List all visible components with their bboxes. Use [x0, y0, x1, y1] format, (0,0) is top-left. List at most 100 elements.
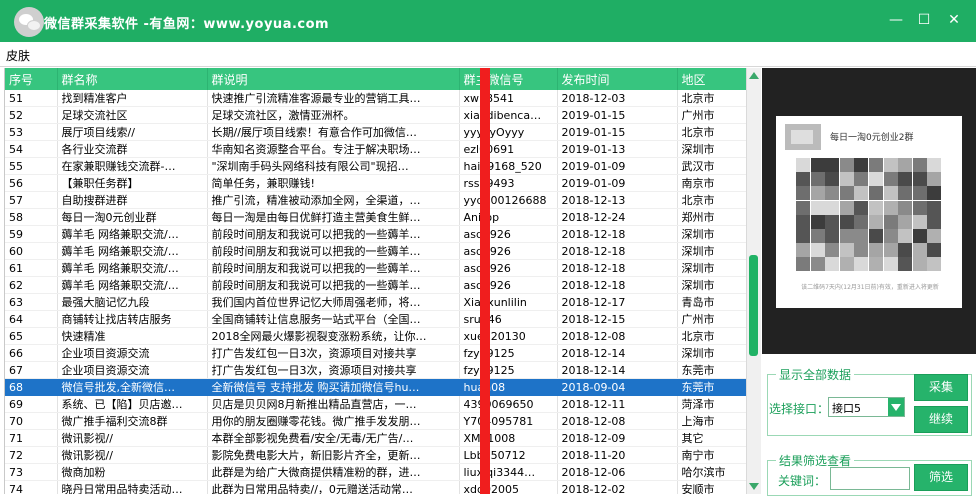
cell-description: 2018全网最火爆影视裂变涨粉系统，让你… — [207, 327, 460, 345]
table-row[interactable]: 65 快速精准 2018全网最火爆影视裂变涨粉系统，让你… xue020130 2018… — [5, 327, 747, 345]
table-row[interactable]: 70 微广推手福利交流8群 用你的朋友圈赚零花钱。微广推手发发朋… Y70409578… — [5, 412, 747, 430]
cell-region: 上海市 — [677, 412, 747, 430]
cell-publish-time: 2018-12-17 — [557, 293, 678, 311]
cell-description: 长期//展厅项目线索！有意合作可加微信… — [207, 123, 460, 141]
table-row[interactable]: 55 在家兼职赚钱交流群-… "深圳南手码头网络科技有限公司"现招… hai99168… — [5, 157, 747, 175]
scroll-up-arrow-icon[interactable] — [749, 72, 759, 79]
qr-pixel — [898, 200, 913, 215]
cell-index: 68 — [5, 378, 58, 396]
qr-pixel — [839, 158, 854, 172]
filter-button[interactable]: 筛选 — [914, 464, 968, 491]
cell-publish-time: 2018-11-20 — [557, 446, 678, 464]
cell-owner-wechat: huan08 — [459, 378, 558, 396]
cell-name: 薅羊毛 网络兼职交流/… — [57, 276, 208, 294]
table-row[interactable]: 53 展厅项目线索//长期//展厅项目线索！有意合作可加微信… yyyyyOyyy 2… — [5, 123, 747, 141]
table-row[interactable]: 51找到精准客户快速推广引流精准客源最专业的营销工具…xw185412018-1… — [5, 90, 747, 107]
qr-pixel — [796, 200, 810, 215]
qr-pixel — [810, 186, 825, 201]
cell-name: 【兼职任务群】 — [57, 174, 208, 192]
window-title: 微信群采集软件 -有鱼网：www.yoyua.com — [44, 17, 330, 32]
collect-button[interactable]: 采集 — [914, 374, 968, 401]
cell-publish-time: 2019-01-13 — [557, 140, 678, 158]
table-row[interactable]: 64商铺转让找店转店服务全国商铺转让信息服务一站式平台（全国…sru046201… — [5, 310, 747, 328]
table-row[interactable]: 58每日一淘0元创业群每日一淘是由每日优鲜打造主营美食生鲜…Anitop2018… — [5, 208, 747, 226]
cell-publish-time: 2018-12-18 — [557, 242, 678, 260]
interface-select[interactable]: 接口5 — [828, 397, 905, 417]
cell-region: 武汉市 — [677, 157, 747, 175]
cell-region: 北京市 — [677, 327, 747, 345]
col-header-region[interactable]: 地区 — [677, 68, 747, 90]
cell-name: 自助搜群进群 — [57, 191, 208, 209]
cell-name: 企业项目资源交流 — [57, 344, 208, 362]
table-row[interactable]: 71微讯影视//本群全部影视免费看/安全/无毒/无广告/…XMY10082018… — [5, 429, 747, 447]
qr-pixel — [796, 158, 810, 172]
continue-button[interactable]: 继续 — [914, 406, 968, 433]
col-header-owner-wechat[interactable]: 群主微信号 — [459, 68, 558, 90]
cell-owner-wechat: asdd926 — [459, 225, 558, 243]
table-row[interactable]: 72 微讯影视//影院免费电影大片，新旧影片齐全，更新… Lbb150712 2018… — [5, 446, 747, 464]
table-row[interactable]: 63 最强大脑记忆九段 我们国内首位世界记忆大师周强老师，将… Xiaoxunlili… — [5, 293, 747, 311]
cell-region: 青岛市 — [677, 293, 747, 311]
cell-name: 足球交流社区 — [57, 106, 208, 124]
cell-owner-wechat: XMY1008 — [459, 429, 558, 447]
chevron-down-icon[interactable] — [888, 398, 904, 416]
table-row[interactable]: 62薅羊毛 网络兼职交流/…前段时间朋友和我说可以把我的一些薅羊…asdd926… — [5, 276, 747, 294]
qr-pixel — [854, 158, 869, 172]
qr-pixel — [898, 186, 913, 201]
cell-description: 此群为日常用品特卖//，0元赠送活动常… — [207, 480, 460, 494]
col-header-description[interactable]: 群说明 — [207, 68, 460, 90]
col-header-index[interactable]: 序号 — [5, 68, 58, 90]
qr-pixel — [883, 257, 898, 272]
table-row[interactable]: 73 微商加粉 此群是为给广大微商提供精准粉的群，进… liuxiqi3344… 201… — [5, 463, 747, 481]
cell-owner-wechat: hai99168_520 — [459, 157, 558, 175]
cell-publish-time: 2018-12-08 — [557, 327, 678, 345]
qr-pixel — [825, 200, 840, 215]
qr-pixel — [854, 214, 869, 229]
table-row[interactable]: 52 足球交流社区 足球交流社区，激情亚洲杯。 xiaodibenca… 2019-01… — [5, 106, 747, 124]
keyword-input[interactable] — [830, 467, 910, 490]
col-header-name[interactable]: 群名称 — [57, 68, 208, 90]
qr-pixel — [810, 158, 825, 172]
cell-description: 用你的朋友圈赚零花钱。微广推手发发朋… — [207, 412, 460, 430]
table-row[interactable]: 61薅羊毛 网络兼职交流/…前段时间朋友和我说可以把我的一些薅羊…asdd926… — [5, 259, 747, 277]
cell-owner-wechat: fzy09125 — [459, 361, 558, 379]
cell-index: 70 — [5, 412, 58, 430]
table-row[interactable]: 67企业项目资源交流打广告发红包一日3次，资源项目对接共享fzy09125201… — [5, 361, 747, 379]
table-row[interactable]: 54各行业交流群华南知名资源整合平台。专注于解决职场…ezl006912019-… — [5, 140, 747, 158]
qr-pixel — [854, 257, 869, 272]
scroll-down-arrow-icon[interactable] — [749, 483, 759, 490]
qr-pixel — [912, 243, 927, 258]
cell-index: 65 — [5, 327, 58, 345]
qr-pixel — [839, 200, 854, 215]
maximize-button[interactable]: ☐ — [914, 10, 934, 30]
minimize-button[interactable]: — — [886, 10, 906, 30]
table-scrollbar[interactable] — [746, 68, 761, 494]
cell-owner-wechat: xdd02005 — [459, 480, 558, 494]
menu-skin[interactable]: 皮肤 — [6, 47, 30, 64]
qr-pixel — [869, 172, 883, 187]
qr-pixel — [927, 243, 942, 258]
cell-name: 各行业交流群 — [57, 140, 208, 158]
close-button[interactable]: ✕ — [944, 10, 964, 30]
cell-owner-wechat: yyq000126688 — [459, 191, 558, 209]
table-row[interactable]: 56【兼职任务群】简单任务，兼职赚钱!rss994932019-01-09南京市 — [5, 174, 747, 192]
table-row[interactable]: 74 晓丹日常用品特卖活动… 此群为日常用品特卖//，0元赠送活动常… xdd0200… — [5, 480, 747, 494]
cell-publish-time: 2018-12-08 — [557, 412, 678, 430]
table-row[interactable]: 57 自助搜群进群 推广引流，精准被动添加全网，全渠道，… yyq000126688 2… — [5, 191, 747, 209]
qr-pixel — [869, 186, 883, 201]
cell-index: 71 — [5, 429, 58, 447]
cell-description: "深圳南手码头网络科技有限公司"现招… — [207, 157, 460, 175]
table-row[interactable]: 69 系统、已【陷】贝店邀… 贝店是贝贝网8月新推出精品直营店，一… 43900696… — [5, 395, 747, 413]
table-row[interactable]: 60薅羊毛 网络兼职交流/…前段时间朋友和我说可以把我的一些薅羊…asdd926… — [5, 242, 747, 260]
table-row[interactable]: 66企业项目资源交流打广告发红包一日3次，资源项目对接共享fzy09125201… — [5, 344, 747, 362]
cell-owner-wechat: asdd926 — [459, 276, 558, 294]
cell-description: 前段时间朋友和我说可以把我的一些薅羊… — [207, 276, 460, 294]
qr-pixel — [825, 214, 840, 229]
table-row[interactable]: 59薅羊毛 网络兼职交流/…前段时间朋友和我说可以把我的一些薅羊…asdd926… — [5, 225, 747, 243]
table-row[interactable]: 68微信号批发,全新微信…全新微信号 支持批发 购买请加微信号hu…huan08… — [5, 378, 747, 396]
cell-description: 贝店是贝贝网8月新推出精品直营店，一… — [207, 395, 460, 413]
col-header-publish-time[interactable]: 发布时间 — [557, 68, 678, 90]
cell-name: 每日一淘0元创业群 — [57, 208, 208, 226]
scroll-thumb[interactable] — [749, 255, 758, 356]
qr-code-icon — [796, 158, 942, 272]
